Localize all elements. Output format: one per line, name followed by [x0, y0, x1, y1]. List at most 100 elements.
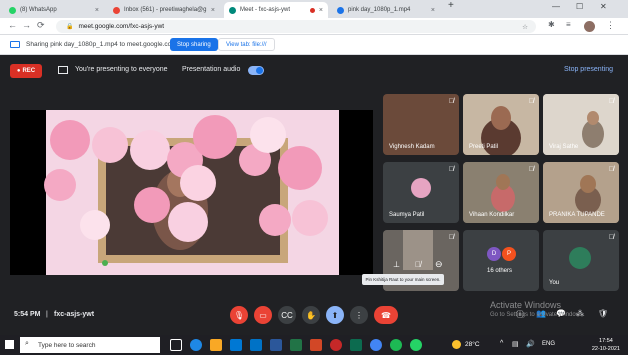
balloon	[292, 200, 328, 236]
participant-name: Preeti Patil	[469, 144, 499, 150]
back-icon[interactable]: ←	[8, 20, 17, 30]
tab-title: Inbox (561) - preetiwaghela@g	[124, 7, 207, 13]
logo-icon	[102, 260, 108, 266]
others-tile[interactable]: D P 16 others	[463, 230, 539, 291]
powerpoint-icon[interactable]	[310, 339, 322, 351]
participant-tile[interactable]: 🎙̸ Vihaan Kondilkar	[463, 162, 539, 223]
tab-title: Meet - fxc-asjs-ywt	[240, 7, 291, 13]
profile-avatar[interactable]	[584, 21, 595, 32]
captions-button[interactable]: CC	[278, 306, 296, 324]
tab-title: pink day_1080p_1.mp4	[348, 7, 411, 13]
leave-call-button[interactable]: ☎	[374, 306, 398, 324]
whatsapp-icon[interactable]	[410, 339, 422, 351]
separator: |	[46, 311, 48, 318]
avatar: P	[502, 247, 516, 261]
meet-window: ● REC You're presenting to everyone Pres…	[0, 55, 628, 335]
reading-list-icon[interactable]: ≡	[566, 20, 571, 29]
chrome-icon[interactable]	[370, 339, 382, 351]
edge-icon[interactable]	[190, 339, 202, 351]
reload-icon[interactable]: ⟳	[37, 20, 45, 31]
network-icon[interactable]: ▤	[512, 340, 519, 348]
presenting-bar: ● REC You're presenting to everyone Pres…	[0, 61, 628, 81]
balloon	[193, 115, 237, 159]
activate-windows-subtitle: Go to Settings to activate Windows.	[490, 312, 585, 318]
participant-name: Saumya Patil	[389, 212, 425, 218]
tab-meet[interactable]: Meet - fxc-asjs-ywt ×	[224, 2, 328, 18]
close-icon[interactable]: ×	[319, 7, 323, 14]
mic-muted-icon: 🎙̸	[448, 166, 454, 173]
participant-tile[interactable]: 🎙̸ Viraj Sathe	[543, 94, 619, 155]
close-window-icon[interactable]: ✕	[600, 2, 607, 11]
close-icon[interactable]: ×	[95, 7, 99, 14]
meeting-code: fxc-asjs-ywt	[54, 311, 95, 318]
participant-tile[interactable]: 🎙̸ Vighnesh Kadam	[383, 94, 459, 155]
taskbar-search-input[interactable]: ⌕ Type here to search	[20, 337, 160, 353]
search-icon: ⌕	[25, 340, 29, 347]
tab-gmail[interactable]: Inbox (561) - preetiwaghela@g ×	[108, 2, 220, 18]
screen-share-icon	[10, 41, 20, 48]
volume-icon[interactable]: 🔊	[526, 340, 535, 348]
menu-icon[interactable]: ⋮	[606, 20, 615, 31]
pin-icon[interactable]: ⊥	[393, 260, 400, 269]
stop-sharing-button[interactable]: Stop sharing	[170, 38, 218, 51]
balloon	[250, 117, 286, 153]
others-count: 16 others	[487, 268, 513, 274]
balloon	[50, 120, 90, 160]
url-input[interactable]: 🔒 meet.google.com/fxc-asjs-ywt ☆	[56, 20, 536, 33]
participant-name: PRANIKA TUPANDE	[549, 212, 605, 218]
star-icon[interactable]: ☆	[522, 23, 528, 31]
store-icon[interactable]	[230, 339, 242, 351]
lock-icon: 🔒	[66, 24, 74, 30]
maximize-icon[interactable]: ☐	[576, 2, 583, 11]
recording-dot-icon	[309, 7, 315, 13]
minimize-icon[interactable]: —	[552, 2, 560, 11]
taskbar-clock[interactable]: 17:54 22-10-2021	[592, 337, 620, 353]
remove-icon[interactable]: ⊖	[435, 259, 443, 270]
more-options-button[interactable]: ⋮	[350, 306, 368, 324]
search-placeholder: Type here to search	[38, 341, 96, 349]
balloon	[130, 130, 170, 170]
presentation-frame	[44, 110, 339, 275]
forward-icon[interactable]: →	[22, 20, 31, 30]
file-explorer-icon[interactable]	[210, 339, 222, 351]
app-icon[interactable]	[350, 339, 362, 351]
mic-toggle-button[interactable]: 🎙	[230, 306, 248, 324]
language-indicator[interactable]: ENG	[542, 341, 555, 347]
present-button[interactable]: ⬆	[326, 306, 344, 324]
extensions-icon[interactable]: ✱	[548, 20, 555, 29]
tab-whatsapp[interactable]: (8) WhatsApp ×	[4, 2, 104, 18]
mail-icon[interactable]	[250, 339, 262, 351]
tray-chevron-icon[interactable]: ^	[500, 340, 503, 347]
mic-muted-icon: 🎙̸	[528, 166, 534, 173]
meet-icon	[229, 6, 236, 14]
stop-presenting-button[interactable]: Stop presenting	[564, 66, 613, 73]
clock-date: 22-10-2021	[591, 346, 620, 352]
media-player-icon[interactable]	[330, 339, 342, 351]
raise-hand-button[interactable]: ✋	[302, 306, 320, 324]
presentation-audio-toggle[interactable]	[248, 66, 264, 75]
mute-icon[interactable]: 🎙̸	[415, 260, 421, 269]
close-icon[interactable]: ×	[431, 7, 435, 14]
participant-tile[interactable]: 🎙̸ Preeti Patil	[463, 94, 539, 155]
presentation-audio-label: Presentation audio	[182, 66, 241, 73]
participant-tile[interactable]: 🎙̸ Saumya Patil	[383, 162, 459, 223]
pin-tooltip: Pin Kshitija Raut to your main screen.	[362, 274, 444, 285]
self-tile[interactable]: 🎙̸ You	[543, 230, 619, 291]
self-avatar	[569, 247, 591, 269]
task-view-icon[interactable]	[170, 339, 182, 351]
spotify-icon[interactable]	[390, 339, 402, 351]
word-icon[interactable]	[270, 339, 282, 351]
sharing-message: Sharing pink day_1080p_1.mp4 to meet.goo…	[26, 41, 177, 48]
new-tab-button[interactable]: +	[448, 0, 454, 11]
balloon	[134, 187, 170, 223]
balloon	[168, 202, 208, 242]
windows-start-icon[interactable]	[5, 340, 14, 349]
participant-tile[interactable]: 🎙̸ PRANIKA TUPANDE	[543, 162, 619, 223]
host-controls-icon[interactable]: 🛡	[598, 309, 608, 318]
close-icon[interactable]: ×	[211, 7, 215, 14]
weather-temp[interactable]: 28°C	[465, 341, 480, 348]
excel-icon[interactable]	[290, 339, 302, 351]
tab-video-file[interactable]: pink day_1080p_1.mp4 ×	[332, 2, 440, 18]
camera-toggle-button[interactable]: ▭	[254, 306, 272, 324]
view-tab-button[interactable]: View tab: file:///	[218, 38, 275, 51]
